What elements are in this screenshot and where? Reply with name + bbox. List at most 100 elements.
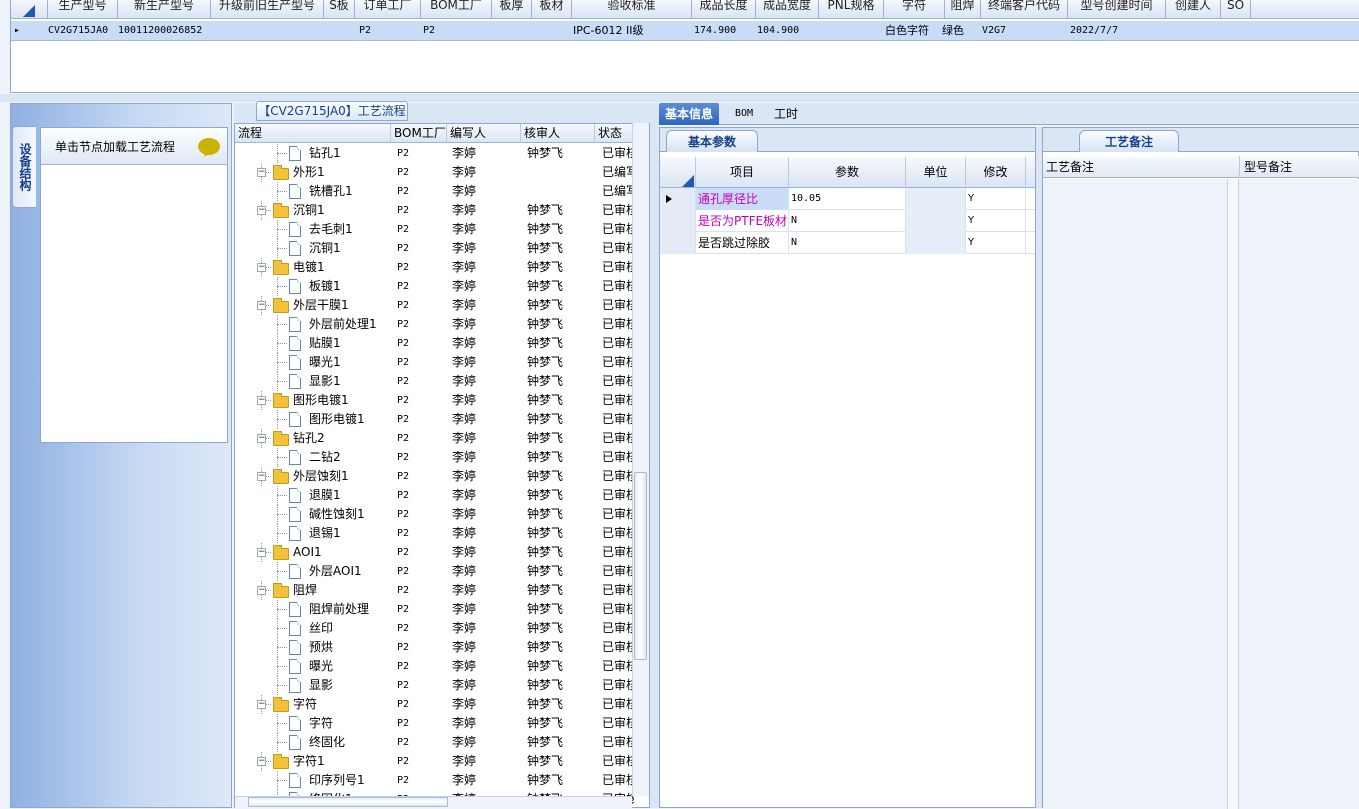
col-header[interactable]: S板 bbox=[324, 0, 355, 19]
collapse-toggle-icon[interactable]: − bbox=[257, 396, 266, 405]
tree-node[interactable]: 去毛刺1 P2 李婷 钟梦飞 已审核 bbox=[235, 220, 635, 239]
collapse-toggle-icon[interactable]: − bbox=[257, 548, 266, 557]
collapse-toggle-icon[interactable]: − bbox=[257, 434, 266, 443]
col-header[interactable]: 成品宽度 bbox=[756, 0, 819, 19]
tab-device-structure[interactable]: 设备结构 bbox=[12, 126, 36, 208]
col-header[interactable]: BOM工厂 bbox=[421, 0, 492, 19]
tree-node[interactable]: 退膜1 P2 李婷 钟梦飞 已审核 bbox=[235, 486, 635, 505]
param-value[interactable]: N bbox=[789, 210, 906, 232]
col-header[interactable]: 创建人 bbox=[1166, 0, 1221, 19]
tree-node[interactable]: 铣槽孔1 P2 李婷 已编写 bbox=[235, 182, 635, 201]
tab-hours[interactable]: 工时 bbox=[768, 103, 804, 125]
tree-node[interactable]: − 字符1 P2 李婷 钟梦飞 已审核 bbox=[235, 752, 635, 771]
tab-bom[interactable]: BOM bbox=[729, 103, 759, 125]
tree-node[interactable]: 曝光1 P2 李婷 钟梦飞 已审核 bbox=[235, 353, 635, 372]
param-modify[interactable]: Y bbox=[966, 210, 1026, 232]
table-row[interactable]: 是否跳过除胶 N Y bbox=[660, 232, 1035, 254]
header-corner[interactable] bbox=[660, 157, 696, 188]
header-corner[interactable] bbox=[11, 0, 48, 19]
col-header[interactable]: 终端客户代码 bbox=[981, 0, 1068, 19]
tree-node[interactable]: 丝印 P2 李婷 钟梦飞 已审核 bbox=[235, 619, 635, 638]
tree-node[interactable]: − 阻焊 P2 李婷 钟梦飞 已审核 bbox=[235, 581, 635, 600]
tree-node[interactable]: − AOI1 P2 李婷 钟梦飞 已审核 bbox=[235, 543, 635, 562]
param-value[interactable]: 10.05 bbox=[789, 188, 906, 210]
col-header[interactable]: 型号创建时间 bbox=[1068, 0, 1166, 19]
collapse-toggle-icon[interactable]: − bbox=[257, 757, 266, 766]
tree-node[interactable]: − 图形电镀1 P2 李婷 钟梦飞 已审核 bbox=[235, 391, 635, 410]
tree-node[interactable]: 显影 P2 李婷 钟梦飞 已审核 bbox=[235, 676, 635, 695]
col-header[interactable]: 字符 bbox=[884, 0, 945, 19]
tree-node[interactable]: − 钻孔2 P2 李婷 钟梦飞 已审核 bbox=[235, 429, 635, 448]
tree-node[interactable]: 外层AOI1 P2 李婷 钟梦飞 已审核 bbox=[235, 562, 635, 581]
tree-node[interactable]: 沉铜1 P2 李婷 钟梦飞 已审核 bbox=[235, 239, 635, 258]
col-header[interactable]: PNL规格 bbox=[819, 0, 884, 19]
collapse-toggle-icon[interactable]: − bbox=[257, 700, 266, 709]
collapse-toggle-icon[interactable]: − bbox=[257, 263, 266, 272]
tree-node[interactable]: 印序列号1 P2 李婷 钟梦飞 已审核 bbox=[235, 771, 635, 790]
col-header[interactable]: 编写人 bbox=[447, 124, 521, 143]
param-modify[interactable]: Y bbox=[966, 188, 1026, 210]
param-unit[interactable] bbox=[906, 188, 966, 210]
process-remark-textarea[interactable] bbox=[1043, 179, 1359, 809]
col-header[interactable]: 单位 bbox=[906, 157, 966, 188]
table-row[interactable]: 通孔厚径比 10.05 Y bbox=[660, 188, 1035, 210]
collapse-toggle-icon[interactable]: − bbox=[257, 586, 266, 595]
col-header[interactable]: 升级前旧生产型号 bbox=[211, 0, 324, 19]
tree-node[interactable]: 终固化 P2 李婷 钟梦飞 已审核 bbox=[235, 733, 635, 752]
tree-node[interactable]: 二钻2 P2 李婷 钟梦飞 已审核 bbox=[235, 448, 635, 467]
col-header[interactable]: 状态 bbox=[595, 124, 635, 143]
tree-node[interactable]: 图形电镀1 P2 李婷 钟梦飞 已审核 bbox=[235, 410, 635, 429]
vertical-splitter[interactable] bbox=[650, 103, 659, 808]
col-header[interactable]: 板材 bbox=[532, 0, 572, 19]
col-header[interactable]: 阻焊 bbox=[945, 0, 981, 19]
col-header[interactable]: BOM工厂 bbox=[391, 124, 447, 143]
col-header[interactable]: 修改 bbox=[966, 157, 1026, 188]
tree-node[interactable]: 钻孔1 P2 李婷 钟梦飞 已审核 bbox=[235, 144, 635, 163]
collapse-toggle-icon[interactable]: − bbox=[257, 206, 266, 215]
tree-node[interactable]: − 字符 P2 李婷 钟梦飞 已审核 bbox=[235, 695, 635, 714]
tree-node[interactable]: 曝光 P2 李婷 钟梦飞 已审核 bbox=[235, 657, 635, 676]
tab-process-remarks[interactable]: 工艺备注 bbox=[1079, 130, 1179, 152]
tree-node[interactable]: 显影1 P2 李婷 钟梦飞 已审核 bbox=[235, 372, 635, 391]
tree-node[interactable]: − 沉铜1 P2 李婷 钟梦飞 已审核 bbox=[235, 201, 635, 220]
param-modify[interactable]: Y bbox=[966, 232, 1026, 254]
col-header[interactable]: 板厚 bbox=[492, 0, 532, 19]
col-header[interactable]: 订单工厂 bbox=[355, 0, 421, 19]
col-header[interactable]: 生产型号 bbox=[48, 0, 118, 19]
tab-basic-params[interactable]: 基本参数 bbox=[666, 130, 758, 152]
tree-node[interactable]: 预烘 P2 李婷 钟梦飞 已审核 bbox=[235, 638, 635, 657]
col-header[interactable]: 核审人 bbox=[521, 124, 595, 143]
tree-hscroll-thumb[interactable] bbox=[248, 797, 448, 807]
tree-node[interactable]: 外层前处理1 P2 李婷 钟梦飞 已审核 bbox=[235, 315, 635, 334]
collapse-toggle-icon[interactable]: − bbox=[257, 168, 266, 177]
tree-node[interactable]: − 外层干膜1 P2 李婷 钟梦飞 已审核 bbox=[235, 296, 635, 315]
tree-node[interactable]: 阻焊前处理 P2 李婷 钟梦飞 已审核 bbox=[235, 600, 635, 619]
tree-node[interactable]: − 电镀1 P2 李婷 钟梦飞 已审核 bbox=[235, 258, 635, 277]
collapse-toggle-icon[interactable]: − bbox=[257, 301, 266, 310]
param-unit[interactable] bbox=[906, 210, 966, 232]
col-header[interactable]: 项目 bbox=[696, 157, 789, 188]
table-row[interactable]: 是否为PTFE板材 N Y bbox=[660, 210, 1035, 232]
col-header[interactable]: 新生产型号 bbox=[118, 0, 211, 19]
tree-scroll-thumb[interactable] bbox=[634, 472, 647, 660]
tab-basic-info[interactable]: 基本信息 bbox=[659, 103, 720, 125]
col-header[interactable]: SO bbox=[1221, 0, 1251, 19]
col-header[interactable]: 成品长度 bbox=[692, 0, 756, 19]
horizontal-splitter[interactable] bbox=[0, 94, 1359, 102]
remarks-scrollbar[interactable] bbox=[1227, 179, 1239, 809]
tree-node[interactable]: 板镀1 P2 李婷 钟梦飞 已审核 bbox=[235, 277, 635, 296]
col-header[interactable]: 验收标准 bbox=[572, 0, 692, 19]
param-unit[interactable] bbox=[906, 232, 966, 254]
collapse-toggle-icon[interactable]: − bbox=[257, 472, 266, 481]
tree-node[interactable]: 退锡1 P2 李婷 钟梦飞 已审核 bbox=[235, 524, 635, 543]
table-row[interactable]: ▸ CV2G715JA0 10011200026852 P2 P2 IPC-60… bbox=[11, 21, 1359, 41]
col-header[interactable]: 流程 bbox=[235, 124, 391, 143]
col-header[interactable]: 参数 bbox=[789, 157, 906, 188]
tree-node[interactable]: − 外形1 P2 李婷 已编写 bbox=[235, 163, 635, 182]
tree-vertical-scrollbar[interactable] bbox=[632, 123, 649, 796]
param-value[interactable]: N bbox=[789, 232, 906, 254]
tree-node[interactable]: 字符 P2 李婷 钟梦飞 已审核 bbox=[235, 714, 635, 733]
tree-node[interactable]: 碱性蚀刻1 P2 李婷 钟梦飞 已审核 bbox=[235, 505, 635, 524]
tree-node[interactable]: − 外层蚀刻1 P2 李婷 钟梦飞 已审核 bbox=[235, 467, 635, 486]
tree-node[interactable]: 贴膜1 P2 李婷 钟梦飞 已审核 bbox=[235, 334, 635, 353]
